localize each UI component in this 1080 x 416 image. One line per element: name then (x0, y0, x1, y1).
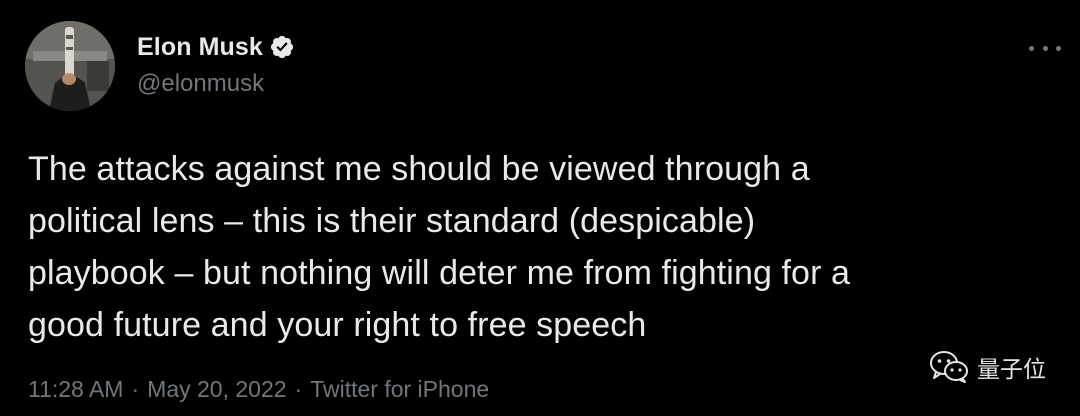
tweet-line: good future and your right to free speec… (28, 306, 647, 344)
display-name[interactable]: Elon Musk (137, 33, 263, 62)
meta-separator: · (294, 376, 303, 402)
wechat-icon (930, 351, 968, 383)
tweet-meta: 11:28 AM · May 20, 2022 · Twitter for iPhone (28, 376, 489, 403)
tweet-time[interactable]: 11:28 AM (28, 376, 123, 402)
tweet-date[interactable]: May 20, 2022 (147, 376, 286, 402)
tweet-text: The attacks against me should be viewed … (28, 143, 1058, 351)
tweet-line: political lens – this is their standard … (28, 202, 756, 240)
more-dot (1029, 45, 1034, 51)
tweet-line: playbook – but nothing will deter me fro… (28, 254, 851, 292)
verified-badge-icon (270, 35, 294, 59)
name-row: Elon Musk (137, 30, 295, 64)
author-block: Elon Musk @elonmusk (137, 30, 295, 98)
tweet-source[interactable]: Twitter for iPhone (310, 376, 489, 402)
meta-separator: · (131, 376, 140, 402)
user-handle[interactable]: @elonmusk (137, 70, 295, 98)
watermark: 量子位 (929, 350, 1046, 384)
more-dot (1042, 45, 1048, 51)
more-options-icon[interactable] (1029, 38, 1061, 58)
tweet-line: The attacks against me should be viewed … (28, 150, 810, 188)
more-dot (1056, 45, 1061, 51)
watermark-text: 量子位 (977, 357, 1046, 383)
avatar-photo (25, 21, 115, 111)
tweet-card: Elon Musk @elonmusk The attacks against … (0, 0, 1080, 416)
avatar[interactable] (25, 21, 115, 111)
